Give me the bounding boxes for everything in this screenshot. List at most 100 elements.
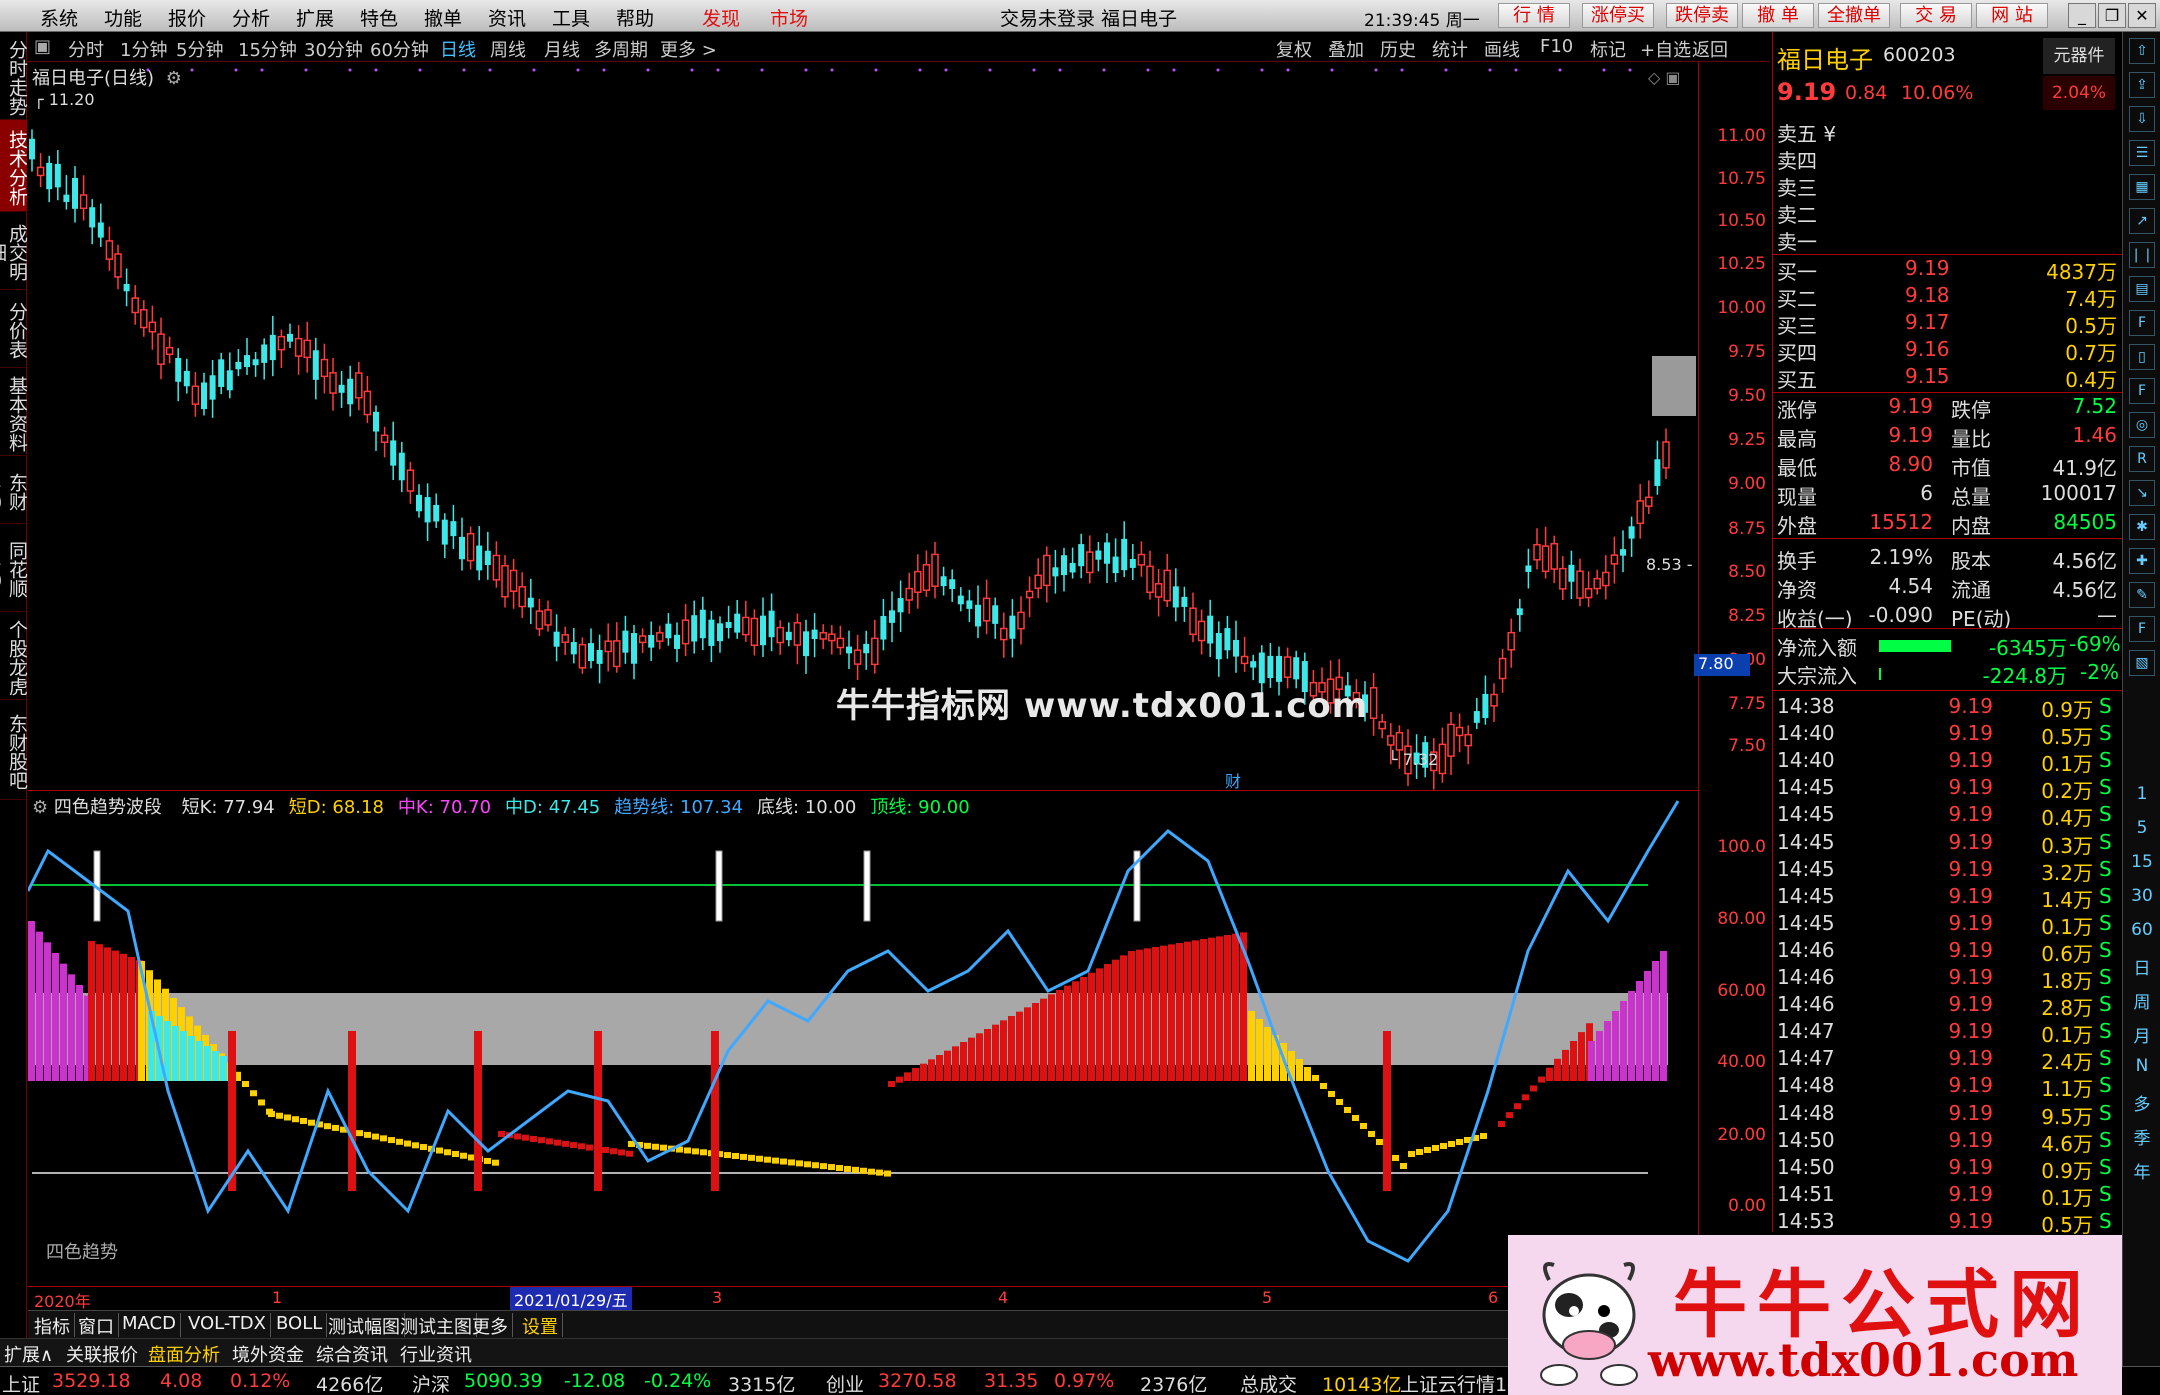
line-chart-icon[interactable]: ↗ (2129, 208, 2155, 234)
arrow-icon[interactable]: ↘ (2129, 480, 2155, 506)
period-tab[interactable]: 分时 (68, 36, 104, 62)
period-shortcut[interactable]: 月 (2123, 1022, 2160, 1047)
quick-button[interactable]: 全撤单 (1818, 3, 1890, 28)
f5-icon[interactable]: F (2129, 616, 2155, 642)
period-tab[interactable]: 周线 (490, 36, 526, 62)
period-shortcut[interactable]: 30 (2123, 886, 2160, 906)
period-tab[interactable]: 30分钟 (304, 36, 363, 62)
period-shortcut[interactable]: N (2123, 1056, 2160, 1076)
quick-button[interactable]: 跌停卖 (1666, 3, 1738, 28)
period-shortcut[interactable]: 日 (2123, 954, 2160, 979)
cross-icon[interactable]: ✚ (2129, 548, 2155, 574)
bottom-tab[interactable]: 盘面分析 (148, 1341, 220, 1367)
indicator-tab[interactable]: 测试主图 (396, 1313, 477, 1338)
period-shortcut[interactable]: 年 (2123, 1158, 2160, 1183)
menu-item-highlight[interactable]: 发现 (702, 4, 740, 31)
menu-item[interactable]: 功能 (104, 4, 142, 31)
menu-item[interactable]: 资讯 (488, 4, 526, 31)
toolbar-button[interactable]: 返回 (1692, 36, 1728, 62)
menu-item[interactable]: 撤单 (424, 4, 462, 31)
side-tab[interactable]: 东财股吧 (0, 700, 28, 800)
toolbar-button[interactable]: F10 (1540, 36, 1573, 57)
period-tab[interactable]: 月线 (544, 36, 580, 62)
quick-button[interactable]: 行 情 (1498, 3, 1570, 28)
bottom-tab[interactable]: 行业资讯 (400, 1341, 472, 1367)
period-tab[interactable]: 更多 > (660, 36, 717, 62)
side-tab[interactable]: 分价表 (0, 290, 28, 368)
toolbar-button[interactable]: 画线 (1484, 36, 1520, 62)
toolbar-button[interactable]: +自选 (1640, 36, 1691, 62)
toolbar-button[interactable]: 历史 (1380, 36, 1416, 62)
indicator-tab[interactable]: 设置 (518, 1313, 563, 1338)
period-tab[interactable]: 60分钟 (370, 36, 429, 62)
menu-item[interactable]: 报价 (168, 4, 206, 31)
period-shortcut[interactable]: 1 (2123, 784, 2160, 804)
sector-badge[interactable]: 元器件 (2043, 38, 2115, 74)
side-tab[interactable]: 分时走势 (0, 32, 28, 120)
settings-icon[interactable]: ⚙ (166, 68, 182, 89)
side-tab[interactable]: 个股龙虎 (0, 612, 28, 700)
f2-icon[interactable]: F (2129, 378, 2155, 404)
period-tab[interactable]: 15分钟 (238, 36, 297, 62)
side-tab[interactable]: 东财10 (0, 456, 28, 524)
layout-icon[interactable]: ▣ (34, 36, 51, 57)
menu-item[interactable]: 系统 (40, 4, 78, 31)
nav-icon[interactable]: ⇪ (2129, 72, 2155, 98)
grid-icon[interactable]: ▦ (2129, 174, 2155, 200)
period-shortcut[interactable]: 60 (2123, 920, 2160, 940)
period-tab[interactable]: 多周期 (594, 36, 648, 62)
toolbar-button[interactable]: 叠加 (1328, 36, 1364, 62)
quick-button[interactable]: 撤 单 (1742, 3, 1814, 28)
banner-url[interactable]: www.tdx001.com (1648, 1333, 2078, 1387)
pen-icon[interactable]: ✎ (2129, 582, 2155, 608)
list-icon[interactable]: ☰ (2129, 140, 2155, 166)
menu-item-highlight[interactable]: 市场 (770, 4, 808, 31)
candle-icon[interactable]: ❘❘ (2129, 242, 2155, 268)
menu-item[interactable]: 分析 (232, 4, 270, 31)
side-tab[interactable]: 成交明细 (0, 212, 28, 290)
bottom-tab[interactable]: 扩展∧ (4, 1341, 53, 1367)
quick-button[interactable]: 交 易 (1900, 3, 1972, 28)
period-shortcut[interactable]: 15 (2123, 852, 2160, 872)
indicator-tab[interactable]: 更多 (468, 1313, 513, 1338)
period-shortcut[interactable]: 多 (2123, 1090, 2160, 1115)
indicator-tab[interactable]: 指标 (30, 1313, 75, 1338)
bug-icon[interactable]: ✱ (2129, 514, 2155, 540)
up-arrow-icon[interactable]: ⇧ (2129, 38, 2155, 64)
indicator-tab[interactable]: MACD (118, 1313, 181, 1337)
menu-item[interactable]: 工具 (552, 4, 590, 31)
period-tab[interactable]: 1分钟 (120, 36, 167, 62)
minimize-button[interactable]: _ (2068, 3, 2096, 28)
rsi-icon[interactable]: R (2129, 446, 2155, 472)
side-tab[interactable]: 技术分析 (0, 120, 28, 212)
bottom-tab[interactable]: 综合资讯 (316, 1341, 388, 1367)
layer-icon[interactable]: ▧ (2129, 650, 2155, 676)
indicator-tab[interactable]: 窗口 (74, 1313, 119, 1338)
menu-item[interactable]: 特色 (360, 4, 398, 31)
indicator-tab[interactable]: 测试幅图 (324, 1313, 405, 1338)
menu-item[interactable]: 帮助 (616, 4, 654, 31)
side-tab[interactable]: 同花顺10 (0, 524, 28, 612)
diamond-icon[interactable]: ◇ ▣ (1648, 68, 1681, 87)
f10-icon[interactable]: F (2129, 310, 2155, 336)
menu-item[interactable]: 扩展 (296, 4, 334, 31)
toolbar-button[interactable]: 复权 (1276, 36, 1312, 62)
close-button[interactable]: ✕ (2128, 3, 2156, 28)
period-shortcut[interactable]: 5 (2123, 818, 2160, 838)
circle-icon[interactable]: ◎ (2129, 412, 2155, 438)
indicator-tab[interactable]: VOL-TDX (184, 1313, 271, 1337)
side-tab[interactable]: 基本资料 (0, 368, 28, 456)
restore-button[interactable]: ❐ (2098, 3, 2126, 28)
indicator-panel[interactable] (26, 790, 1698, 1290)
toolbar-button[interactable]: 标记 (1590, 36, 1626, 62)
quick-button[interactable]: 涨停买 (1582, 3, 1654, 28)
quick-button[interactable]: 网 站 (1976, 3, 2048, 28)
period-shortcut[interactable]: 季 (2123, 1124, 2160, 1149)
ticker[interactable]: 上证云行情1 (1400, 1370, 1507, 1395)
down-arrow-icon[interactable]: ⇩ (2129, 106, 2155, 132)
period-tab[interactable]: 5分钟 (176, 36, 223, 62)
indicator-tab[interactable]: BOLL (272, 1313, 328, 1337)
toolbar-button[interactable]: 统计 (1432, 36, 1468, 62)
event-tag[interactable]: 财 (1225, 768, 1241, 792)
period-shortcut[interactable]: 周 (2123, 988, 2160, 1013)
